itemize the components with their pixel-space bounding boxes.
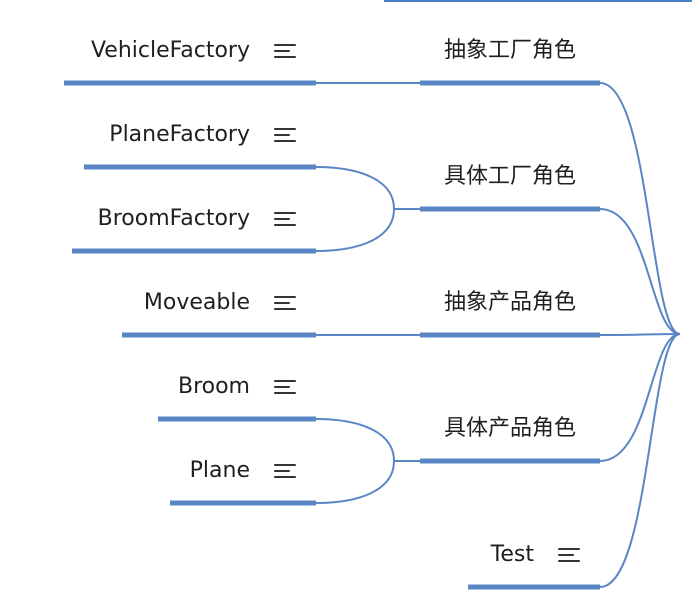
leaf-label-test[interactable]: Test bbox=[400, 541, 534, 569]
notes-icon[interactable] bbox=[274, 42, 296, 60]
mind-map-canvas: 抽象工厂角色 VehicleFactory 具体工厂角色 PlaneFactor… bbox=[0, 0, 692, 612]
group-label-concrete-factory[interactable]: 具体工厂角色 bbox=[420, 163, 600, 191]
leaf-link-broomfactory bbox=[315, 208, 395, 252]
leaf-label-planefactory[interactable]: PlaneFactory bbox=[60, 121, 250, 149]
leaf-label-plane[interactable]: Plane bbox=[60, 457, 250, 485]
notes-icon[interactable] bbox=[274, 126, 296, 144]
group-label-abstract-product[interactable]: 抽象产品角色 bbox=[420, 289, 600, 317]
notes-icon[interactable] bbox=[274, 294, 296, 312]
leaf-link-broom bbox=[315, 418, 395, 462]
leaf-label-vehiclefactory[interactable]: VehicleFactory bbox=[60, 37, 250, 65]
notes-icon[interactable] bbox=[558, 546, 580, 564]
leaf-link-plane bbox=[315, 460, 395, 504]
notes-icon[interactable] bbox=[274, 462, 296, 480]
root-link-test bbox=[599, 333, 681, 588]
leaf-label-moveable[interactable]: Moveable bbox=[60, 289, 250, 317]
notes-icon[interactable] bbox=[274, 210, 296, 228]
root-link-abstract-product bbox=[599, 333, 681, 336]
notes-icon[interactable] bbox=[274, 378, 296, 396]
root-link-abstract-factory bbox=[599, 82, 681, 335]
leaf-label-broomfactory[interactable]: BroomFactory bbox=[60, 205, 250, 233]
leaf-link-planefactory bbox=[315, 166, 395, 210]
group-label-abstract-factory[interactable]: 抽象工厂角色 bbox=[420, 37, 600, 65]
leaf-label-broom[interactable]: Broom bbox=[60, 373, 250, 401]
group-label-concrete-product[interactable]: 具体产品角色 bbox=[420, 415, 600, 443]
